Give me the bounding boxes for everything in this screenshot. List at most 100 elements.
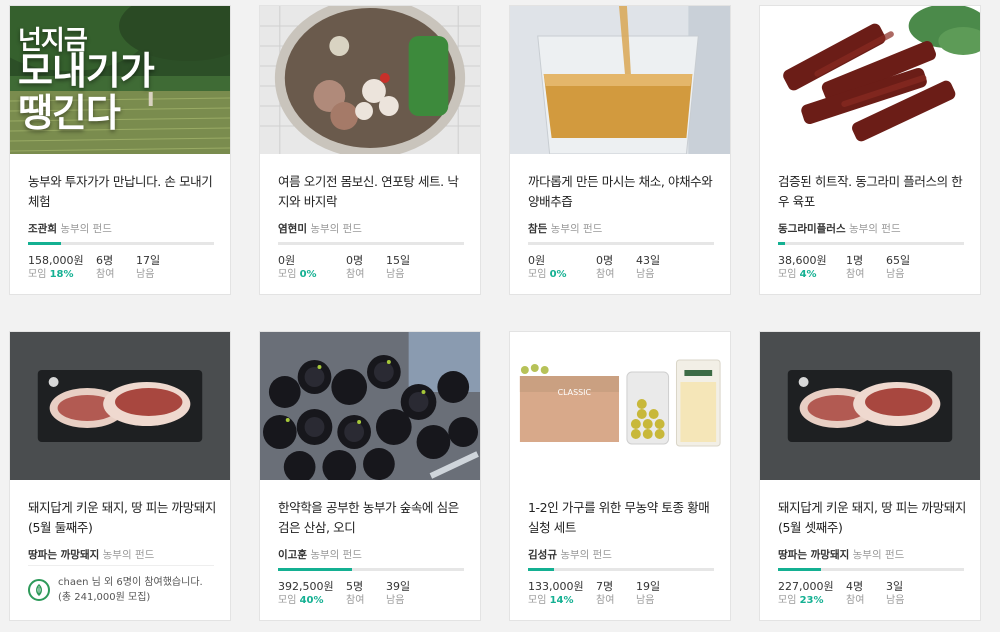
days-label: 남음 — [136, 269, 155, 280]
farmer-fund-label: 땅파는 까망돼지 농부의 펀드 — [28, 547, 154, 562]
farmer-name[interactable]: 땅파는 까망돼지 — [28, 549, 99, 561]
percent-value: 0% — [549, 269, 567, 280]
farmer-name[interactable]: 동그라미플러스 — [778, 223, 846, 235]
participants-value: 5명 — [346, 580, 364, 593]
progress-fill — [778, 242, 786, 245]
card-title[interactable]: 돼지답게 키운 돼지, 땅 피는 까망돼지 (5월 셋째주) — [778, 498, 968, 538]
percent-value: 40% — [299, 595, 324, 606]
participants-stat: 0명 참여 — [346, 254, 364, 282]
days-stat: 3일남음 — [886, 580, 904, 608]
octopus-soup-photo[interactable] — [260, 6, 480, 154]
fund-suffix: 농부의 펀드 — [102, 549, 155, 561]
participants-stat: 7명 참여 — [596, 580, 614, 608]
farmer-fund-label: 동그라미플러스 농부의 펀드 — [778, 221, 901, 236]
fund-card[interactable]: 넌지금 모내기가 땡긴다 농부와 투자가가 만납니다. 손 모내기 체험 조관희… — [9, 5, 231, 295]
tea-glass-photo[interactable] — [510, 6, 730, 154]
divider — [28, 565, 214, 566]
card-title[interactable]: 1-2인 가구를 위한 무농약 토종 황매 실청 세트 — [528, 498, 718, 538]
amount-label: 모임 — [778, 269, 797, 280]
farmer-fund-label: 김성규 농부의 펀드 — [528, 547, 612, 562]
participants-label: 참여 — [846, 595, 865, 606]
farmer-fund-label: 염현미 농부의 펀드 — [278, 221, 362, 236]
days-stat: 19일 남음 — [636, 580, 660, 608]
participants-label: 참여 — [596, 269, 615, 280]
banner-text: 땡긴다 — [18, 91, 121, 135]
amount-value: 392,500원 — [278, 580, 334, 593]
fund-suffix: 농부의 펀드 — [550, 223, 603, 235]
supporter-text: chaen 님 외 6명이 참여했습니다. (총 241,000원 모집) — [58, 577, 203, 603]
days-value: 3일 — [886, 580, 904, 593]
progress-fill — [278, 568, 353, 571]
card-title[interactable]: 돼지답게 키운 돼지, 땅 피는 까망돼지 (5월 둘째주) — [28, 498, 218, 538]
amount-stat: 0원모임 0% — [278, 254, 317, 282]
leaf-logo-icon — [28, 579, 50, 601]
pork-belly-photo[interactable] — [10, 332, 230, 480]
amount-value: 0원 — [278, 254, 296, 267]
fund-card[interactable]: CLASSIC 1-2인 가구를 위한 무농약 토종 황매 실청 세트 김성규 … — [509, 331, 731, 621]
amount-label: 모임 — [278, 595, 297, 606]
amount-label: 모임 — [528, 269, 547, 280]
card-title[interactable]: 까다롭게 만든 마시는 채소, 야채수와 양배추즙 — [528, 172, 718, 212]
mulberry-photo[interactable] — [260, 332, 480, 480]
rice-field-photo[interactable]: 넌지금 모내기가 땡긴다 — [10, 6, 230, 154]
days-label: 남음 — [386, 269, 405, 280]
percent-value: 18% — [49, 269, 74, 280]
amount-value: 133,000원 — [528, 580, 584, 593]
fund-card[interactable]: 까다롭게 만든 마시는 채소, 야채수와 양배추즙 참든 농부의 펀드 0원모임… — [509, 5, 731, 295]
participants-label: 참여 — [96, 269, 115, 280]
farmer-name[interactable]: 조관희 — [28, 223, 57, 235]
fund-suffix: 농부의 펀드 — [560, 549, 612, 561]
amount-stat: 133,000원모임 14% — [528, 580, 584, 608]
farmer-name[interactable]: 염현미 — [278, 223, 307, 235]
fund-suffix: 농부의 펀드 — [852, 549, 905, 561]
plum-products-photo[interactable]: CLASSIC — [510, 332, 730, 480]
participants-stat: 1명 참여 — [846, 254, 864, 282]
progress-fill — [778, 568, 821, 571]
farmer-fund-label: 조관희 농부의 펀드 — [28, 221, 112, 236]
amount-stat: 158,000원모임 18% — [28, 254, 84, 282]
amount-value: 0원 — [528, 254, 546, 267]
farmer-name[interactable]: 참든 — [528, 223, 547, 235]
pork-belly-photo[interactable] — [760, 332, 980, 480]
percent-value: 4% — [799, 269, 817, 280]
card-stats: 227,000원 모임 23% 4명 참여 3일 남음 — [778, 580, 970, 612]
amount-label: 모임 — [278, 269, 297, 280]
fund-card[interactable]: 여름 오기전 몸보신. 연포탕 세트. 낙지와 바지락 염현미 농부의 펀드 0… — [259, 5, 481, 295]
farmer-name[interactable]: 김성규 — [528, 549, 557, 561]
days-stat: 17일 남음 — [136, 254, 160, 282]
days-label: 남음 — [886, 595, 905, 606]
days-stat: 15일남음 — [386, 254, 410, 282]
card-title[interactable]: 한약학을 공부한 농부가 숲속에 심은 검은 산삼, 오디 — [278, 498, 468, 538]
fund-card[interactable]: 검증된 히트작. 동그라미 플러스의 한우 육포 동그라미플러스 농부의 펀드 … — [759, 5, 981, 295]
beef-jerky-photo[interactable] — [760, 6, 980, 154]
card-title[interactable]: 여름 오기전 몸보신. 연포탕 세트. 낙지와 바지락 — [278, 172, 468, 212]
days-value: 39일 — [386, 580, 411, 593]
farmer-name[interactable]: 이고훈 — [278, 549, 307, 561]
fund-card[interactable]: 한약학을 공부한 농부가 숲속에 심은 검은 산삼, 오디 이고훈 농부의 펀드… — [259, 331, 481, 621]
days-value: 15일 — [386, 254, 411, 267]
percent-value: 14% — [549, 595, 574, 606]
progress-bar — [778, 568, 964, 571]
participants-value: 4명 — [846, 580, 864, 593]
progress-bar — [278, 242, 464, 245]
fund-card[interactable]: 돼지답게 키운 돼지, 땅 피는 까망돼지 (5월 둘째주) 땅파는 까망돼지 … — [9, 331, 231, 621]
banner-text: 모내기가 — [18, 49, 155, 93]
card-stats: 38,600원 모임 4% 1명 참여 65일 남음 — [778, 254, 970, 286]
card-title[interactable]: 검증된 히트작. 동그라미 플러스의 한우 육포 — [778, 172, 968, 212]
participants-value: 1명 — [846, 254, 864, 267]
card-title[interactable]: 농부와 투자가가 만납니다. 손 모내기 체험 — [28, 172, 218, 212]
card-stats: 0원 모임 0% 0명 참여 43일 남음 — [528, 254, 720, 286]
amount-value: 158,000원 — [28, 254, 84, 267]
amount-label: 모임 — [528, 595, 547, 606]
farmer-name[interactable]: 땅파는 까망돼지 — [778, 549, 849, 561]
farmer-fund-label: 이고훈 농부의 펀드 — [278, 547, 362, 562]
amount-stat: 392,500원모임 40% — [278, 580, 334, 608]
progress-bar — [278, 568, 464, 571]
days-stat: 65일 남음 — [886, 254, 910, 282]
percent-value: 0% — [299, 269, 317, 280]
fund-card[interactable]: 돼지답게 키운 돼지, 땅 피는 까망돼지 (5월 셋째주) 땅파는 까망돼지 … — [759, 331, 981, 621]
days-label: 남음 — [636, 595, 655, 606]
amount-label: 모임 — [28, 269, 47, 280]
card-stats: 0원모임 0% 0명 참여 15일남음 — [278, 254, 470, 286]
participants-stat: 5명 참여 — [346, 580, 364, 608]
